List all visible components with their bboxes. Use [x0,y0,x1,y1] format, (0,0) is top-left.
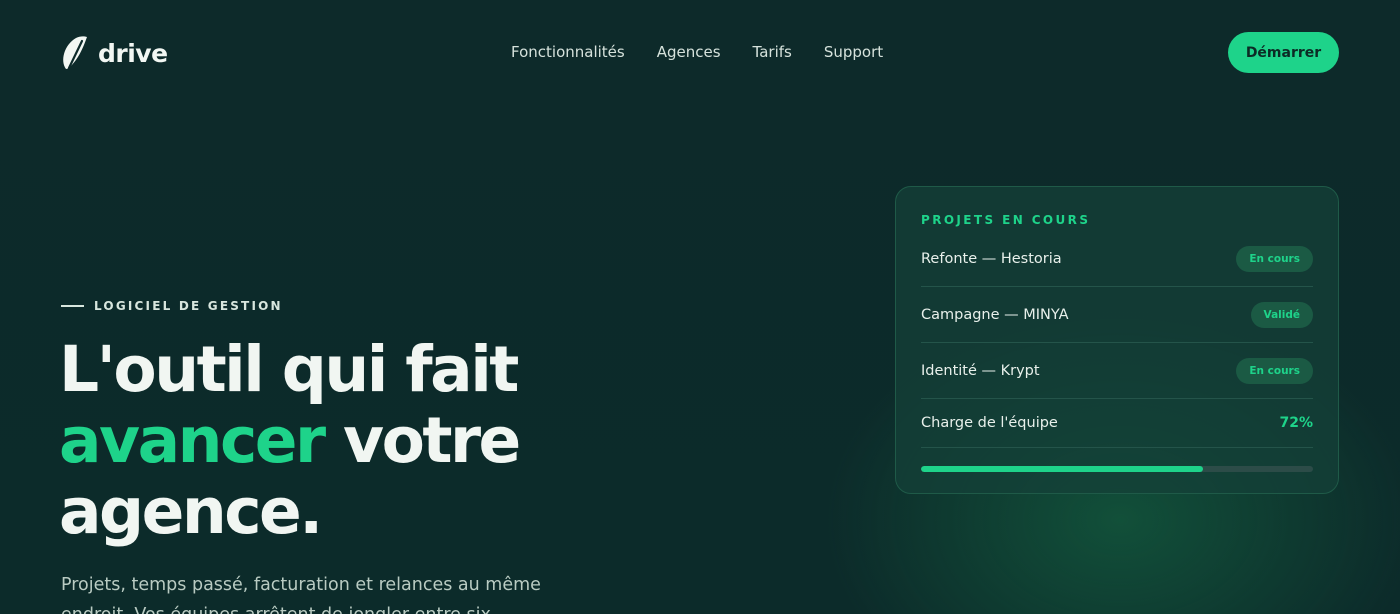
project-name: Refonte — Hestoria [921,250,1062,267]
team-load-progress [921,466,1313,472]
hero-lede: Projets, temps passé, facturation et rel… [61,575,541,614]
team-load-row: Charge de l'équipe 72% [921,399,1313,448]
nav-item-tarifs[interactable]: Tarifs [753,43,792,61]
eyebrow-divider [61,305,84,307]
team-load-value: 72% [1279,415,1313,431]
start-button[interactable]: Démarrer [1228,32,1339,73]
card-title: PROJETS EN COURS [921,213,1091,227]
nav-item-agences[interactable]: Agences [657,43,721,61]
hero-headline: L'outil qui fait avancer votre agence. [59,334,679,547]
project-name: Identité — Krypt [921,362,1040,379]
nav-item-support[interactable]: Support [824,43,883,61]
project-name: Campagne — MINYA [921,306,1069,323]
hero-eyebrow: LOGICIEL DE GESTION [61,299,283,313]
status-badge: En cours [1236,245,1313,272]
headline-line-3: agence. [59,475,323,548]
leaf-logo-icon [63,36,87,70]
nav-item-fonctionnalites[interactable]: Fonctionnalités [511,43,625,61]
team-load-label: Charge de l'équipe [921,415,1058,431]
projects-card: PROJETS EN COURS Refonte — Hestoria En c… [895,186,1339,494]
project-row: Campagne — MINYA Validé [921,287,1313,343]
brand-logo[interactable]: drive [60,35,168,71]
project-row: Refonte — Hestoria En cours [921,231,1313,287]
eyebrow-label: LOGICIEL DE GESTION [94,299,283,313]
brand-name: drive [98,38,168,68]
status-badge: En cours [1236,357,1313,384]
project-row: Identité — Krypt En cours [921,343,1313,399]
team-load-progress-fill [921,466,1204,472]
main-nav: Fonctionnalités Agences Tarifs Support [511,43,883,61]
headline-line-1: L'outil qui fait [59,333,519,406]
headline-accent: avancer [59,404,326,477]
status-badge: Validé [1250,301,1313,328]
headline-rest: votre [323,404,521,477]
